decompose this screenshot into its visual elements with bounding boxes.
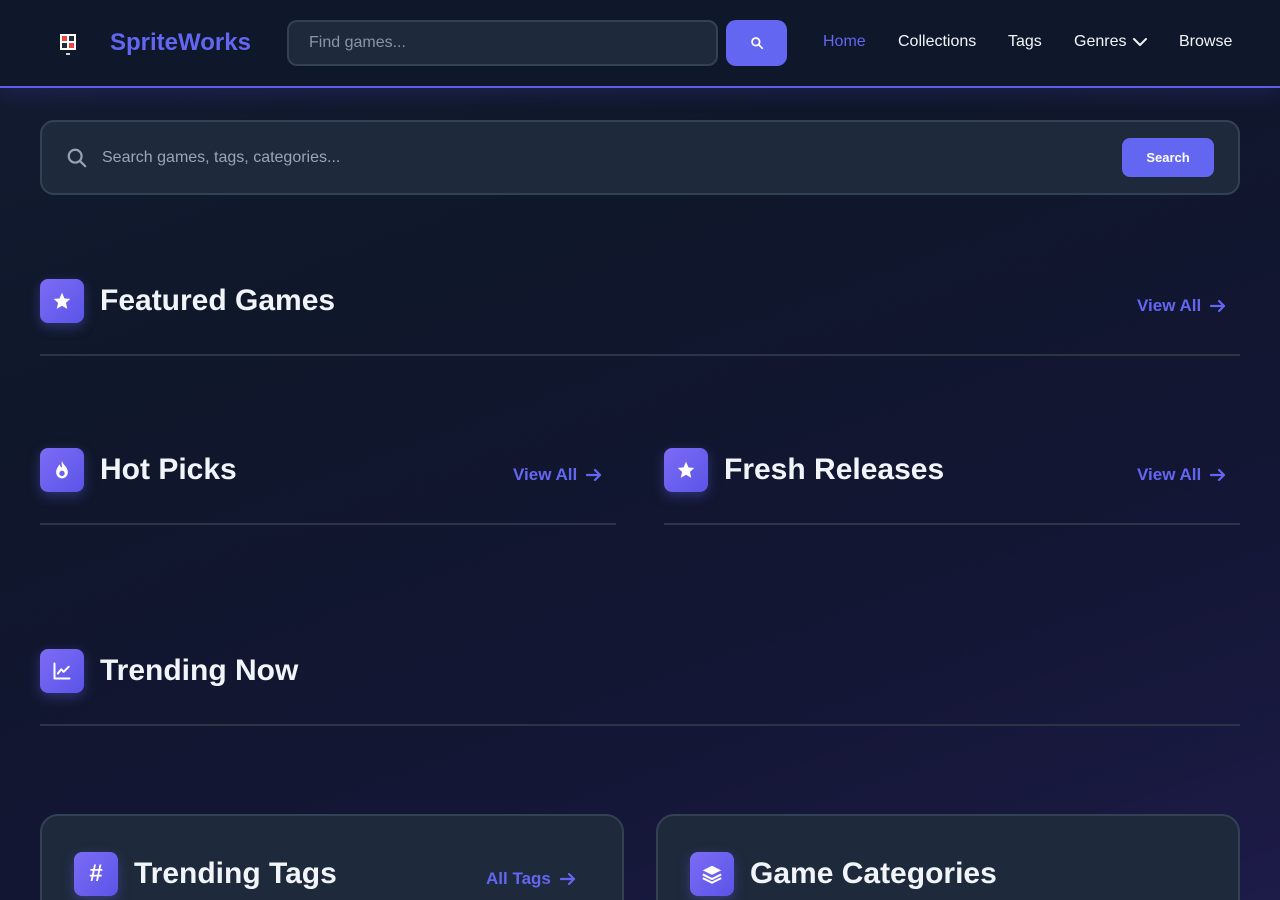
featured-view-all-link[interactable]: View All — [1137, 296, 1227, 316]
chart-line-icon — [40, 649, 84, 693]
star-icon — [664, 448, 708, 492]
featured-divider — [40, 354, 1240, 356]
nav-tags[interactable]: Tags — [1008, 33, 1042, 51]
header-search-button[interactable] — [726, 20, 787, 66]
main-search-input[interactable] — [102, 140, 1002, 176]
game-categories-title: Game Categories — [750, 857, 997, 890]
view-all-label: View All — [513, 465, 578, 484]
fire-icon — [40, 448, 84, 492]
nav-genres-label: Genres — [1074, 33, 1127, 50]
nav-browse[interactable]: Browse — [1179, 33, 1232, 51]
arrow-right-icon — [1210, 468, 1226, 482]
nav-home[interactable]: Home — [823, 33, 866, 51]
arrow-right-icon — [586, 468, 602, 482]
view-all-label: View All — [1137, 296, 1202, 315]
hot-picks-view-all-link[interactable]: View All — [513, 465, 603, 485]
arrow-right-icon — [559, 872, 575, 886]
nav-browse-label: Browse — [1179, 33, 1233, 50]
hot-picks-title: Hot Picks — [100, 453, 237, 486]
chevron-down-icon — [1133, 38, 1148, 46]
trending-now-divider — [40, 724, 1240, 726]
star-icon — [40, 279, 84, 323]
view-all-label: View All — [1137, 465, 1202, 484]
game-categories-card: Game Categories — [656, 814, 1240, 900]
nav-collections-label: Collections — [898, 33, 977, 50]
nav-collections[interactable]: Collections — [898, 33, 976, 51]
search-icon — [750, 37, 763, 50]
trending-tags-title: Trending Tags — [134, 857, 337, 890]
fresh-releases-view-all-link[interactable]: View All — [1137, 465, 1227, 485]
hot-picks-divider — [40, 523, 616, 525]
featured-games-title: Featured Games — [100, 284, 336, 317]
all-tags-link[interactable]: All Tags — [486, 869, 577, 889]
nav-genres[interactable]: Genres — [1074, 33, 1148, 51]
hashtag-icon: # — [74, 852, 118, 896]
main-search-button[interactable]: Search — [1122, 138, 1214, 177]
brand-name[interactable]: SpriteWorks — [110, 29, 251, 57]
fresh-releases-title: Fresh Releases — [724, 453, 945, 486]
fresh-releases-divider — [664, 523, 1240, 525]
arrow-right-icon — [1210, 299, 1226, 313]
nav-tags-label: Tags — [1008, 33, 1042, 50]
all-tags-label: All Tags — [486, 869, 551, 888]
search-icon — [67, 148, 87, 168]
logo-icon[interactable] — [58, 32, 78, 58]
top-navbar: SpriteWorks Home Collections Tags Genres… — [0, 0, 1280, 88]
nav-home-label: Home — [823, 33, 866, 50]
main-search-bar: Search — [40, 120, 1240, 195]
header-search-input[interactable] — [287, 20, 718, 66]
layers-icon — [690, 852, 734, 896]
trending-now-title: Trending Now — [100, 654, 299, 687]
trending-tags-card: # Trending Tags All Tags — [40, 814, 624, 900]
